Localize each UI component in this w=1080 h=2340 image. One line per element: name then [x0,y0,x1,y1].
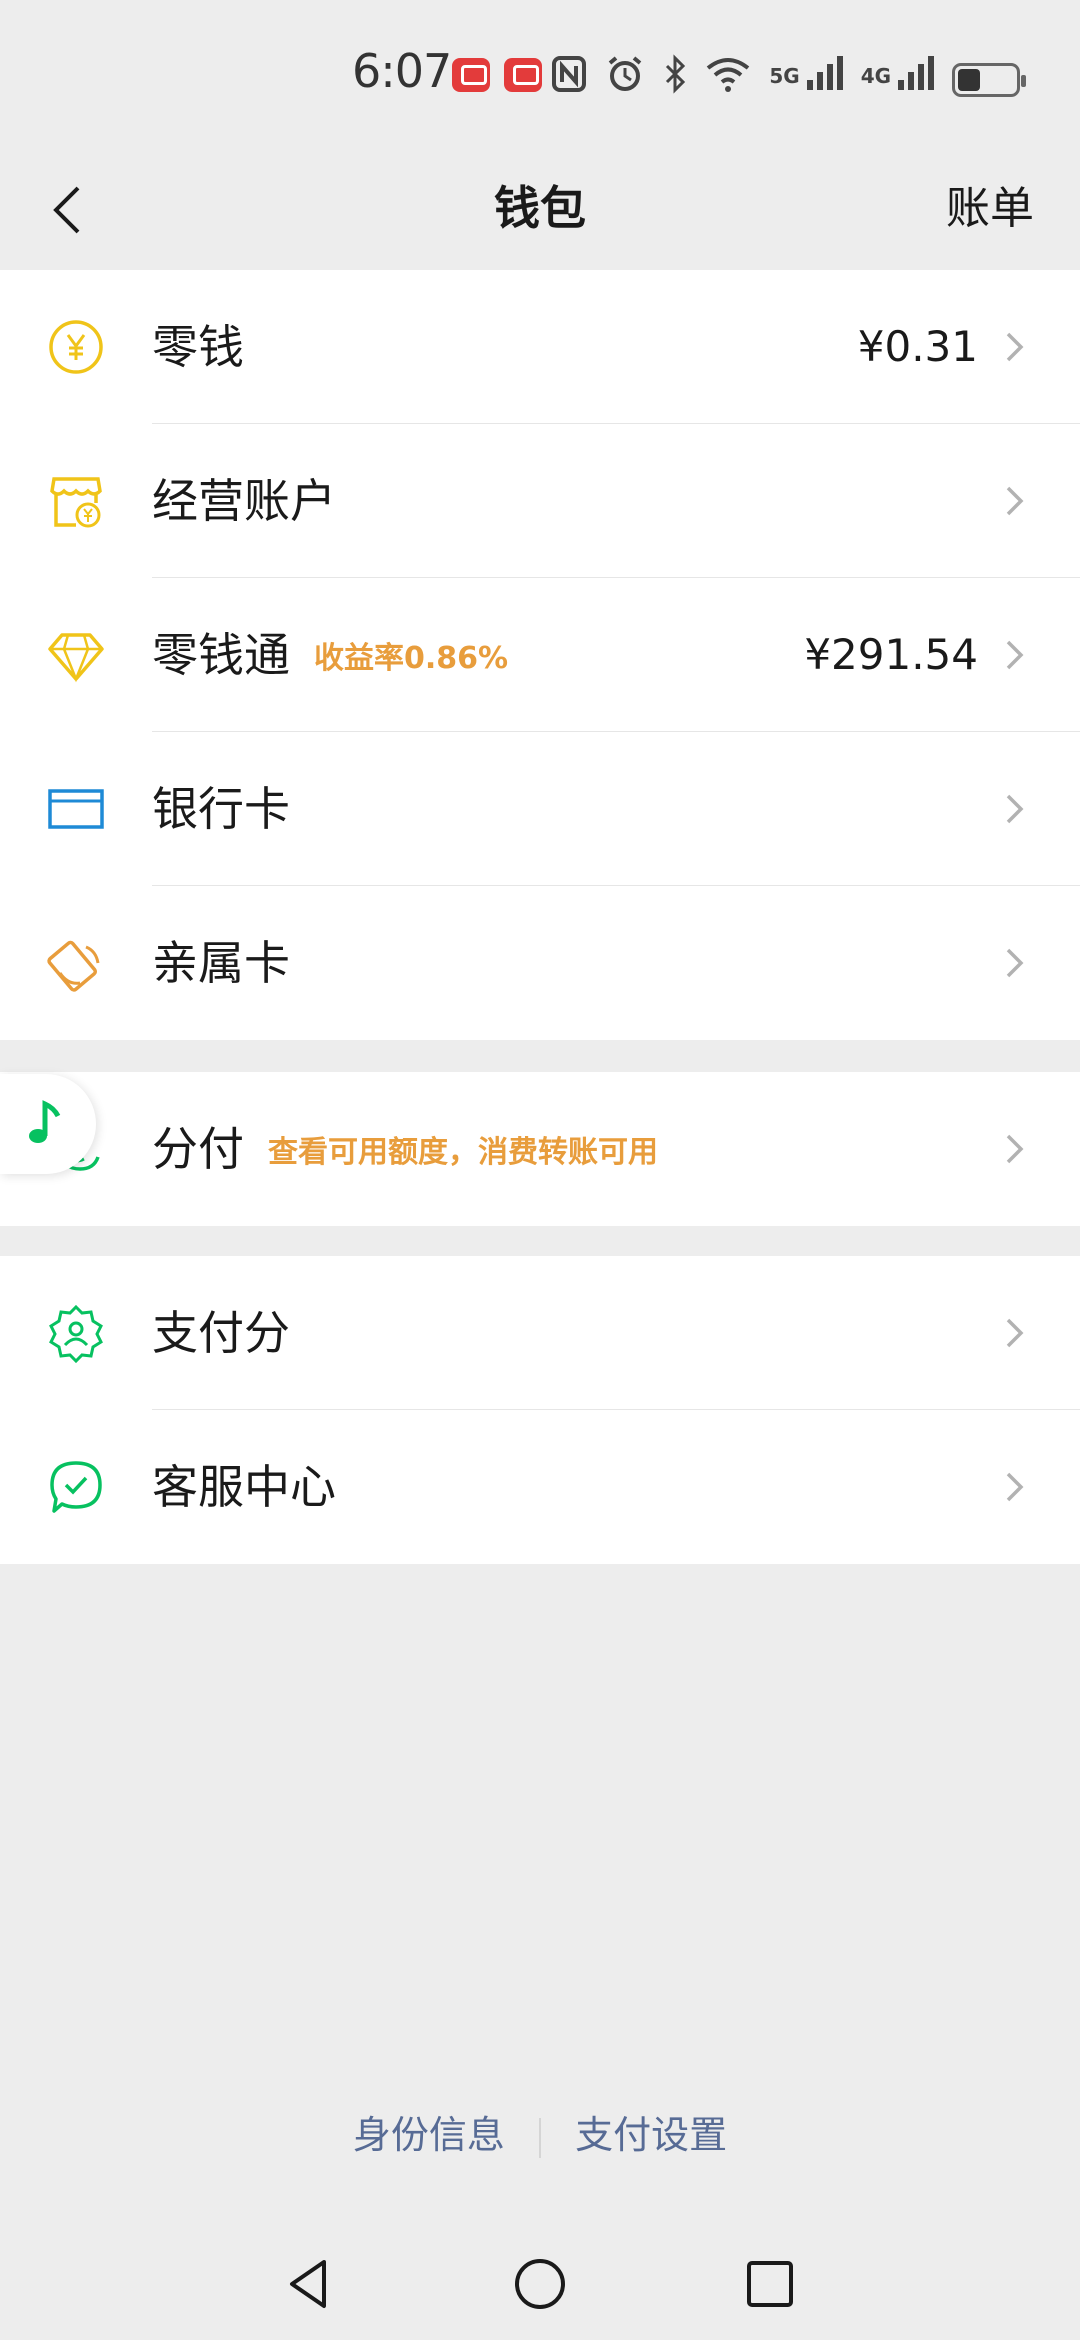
yield-rate-tag: 收益率0.86% [314,640,509,676]
alarm-icon [605,54,645,105]
fenfu-label: 分付 [152,1122,244,1176]
row-label: 零钱 [152,320,244,374]
wallet-row-family-card[interactable]: 亲属卡 [0,886,1080,1040]
bluetooth-icon [663,54,687,105]
wallet-row-fenfu[interactable]: 分付 查看可用额度，消费转账可用 [0,1072,1080,1226]
page-title: 钱包 [494,181,586,235]
wallet-row-change[interactable]: 零钱 ¥0.31 [0,270,1080,424]
lingqiantong-label: 零钱通 [152,628,290,682]
lingqiantong-balance: ¥291.54 [804,630,978,679]
yuan-coin-icon [49,320,103,374]
signal-bars [806,56,843,90]
footer-separator [539,2117,541,2158]
notification-app-icon [504,58,542,92]
floating-music-button[interactable] [0,1074,96,1174]
wallet-row-business-account[interactable]: 经营账户 [0,424,1080,578]
family-card-icon [47,940,100,992]
row-label: 支付分 [152,1306,290,1360]
network-type-4g: 4G [860,64,892,88]
nav-bar: 钱包 账单 [0,150,1080,270]
row-label: 客服中心 [152,1460,336,1514]
chevron-right-icon [1006,640,1024,670]
wallet-row-customer-service[interactable]: 客服中心 [0,1410,1080,1564]
network-type-5g: 5G [769,64,800,88]
chevron-right-icon [1006,1472,1024,1502]
diamond-icon [48,633,104,683]
fenfu-promo-tag: 查看可用额度，消费转账可用 [268,1134,658,1170]
system-navigation-bar [0,2230,1080,2340]
row-label: 银行卡 [152,782,290,836]
bank-card-icon [48,789,104,829]
row-label: 零钱通 收益率0.86% [152,578,508,736]
chevron-right-icon [1006,948,1024,978]
battery-icon [952,62,1026,97]
signal-bars [898,56,934,90]
row-label: 经营账户 [152,474,336,528]
services-group: 支付分 客服中心 [0,1256,1080,1564]
footer-links: 身份信息 支付设置 [0,2104,1080,2159]
recents-square-icon[interactable] [740,2254,800,2314]
wallet-row-lingqiantong[interactable]: 零钱通 收益率0.86% ¥291.54 [0,578,1080,732]
status-time: 6:07 [352,44,452,98]
back-triangle-icon[interactable] [280,2254,340,2314]
bill-button[interactable]: 账单 [946,172,1034,236]
wallet-group: 零钱 ¥0.31 经营账户 零钱通 收益率0.86% ¥291.54 银行卡 亲… [0,270,1080,1040]
music-note-icon [29,1100,61,1143]
wallet-row-pay-score[interactable]: 支付分 [0,1256,1080,1410]
row-label: 亲属卡 [152,936,290,990]
nfc-icon [551,54,587,105]
change-balance: ¥0.31 [857,322,978,371]
signal-4g-icon: 4G [861,56,934,103]
chevron-right-icon [1006,1318,1024,1348]
notification-app-icon [452,58,490,92]
wifi-icon [705,54,751,105]
status-icons: 5G 4G [551,54,1026,105]
wallet-row-bank-card[interactable]: 银行卡 [0,732,1080,886]
signal-5g-icon: 5G [769,56,843,103]
chevron-right-icon [1006,486,1024,516]
identity-info-link[interactable]: 身份信息 [353,2113,505,2157]
chevron-right-icon [1006,1134,1024,1164]
home-circle-icon[interactable] [510,2254,570,2314]
storefront-icon [50,477,102,528]
pay-settings-link[interactable]: 支付设置 [575,2113,727,2157]
row-label: 分付 查看可用额度，消费转账可用 [152,1072,658,1230]
pay-score-icon [49,1304,103,1363]
chevron-right-icon [1006,794,1024,824]
fenfu-group: 分付 查看可用额度，消费转账可用 [0,1072,1080,1226]
status-bar: 6:07 5G 4G [0,0,1080,150]
chevron-right-icon [1006,332,1024,362]
customer-service-icon [50,1461,102,1513]
